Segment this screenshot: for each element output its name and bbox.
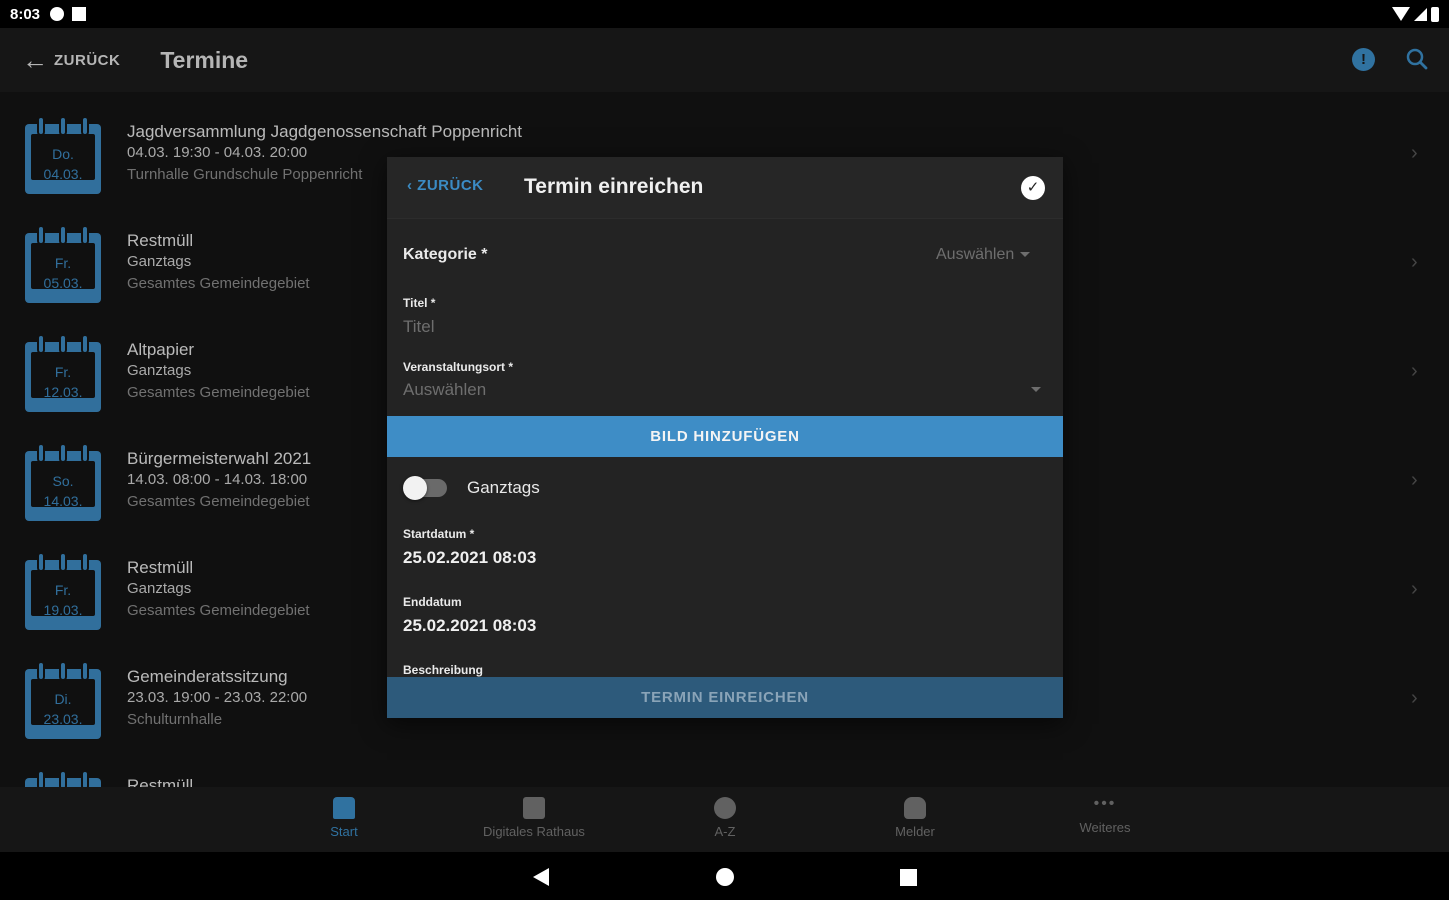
caret-down-icon — [1020, 252, 1031, 258]
startdatum-label: Startdatum * — [403, 527, 475, 541]
startdatum-field[interactable]: 25.02.2021 08:03 — [403, 548, 536, 568]
beschreibung-label: Beschreibung — [403, 663, 484, 677]
status-time: 8:03 — [10, 5, 41, 23]
system-back-icon[interactable] — [533, 868, 549, 886]
sd-card-icon — [72, 7, 87, 21]
status-bar: 8:03 — [0, 0, 1449, 28]
battery-icon — [1431, 6, 1439, 22]
titel-label: Titel * — [403, 296, 436, 310]
ort-label: Veranstaltungsort * — [403, 360, 514, 374]
termin-einreichen-button[interactable]: TERMIN EINREICHEN — [387, 677, 1063, 718]
ganztags-toggle[interactable] — [403, 476, 447, 500]
kategorie-select[interactable]: Auswählen — [936, 246, 1031, 264]
dialog-back-label: ZURÜCK — [417, 177, 484, 194]
kategorie-value: Auswählen — [936, 246, 1015, 263]
titel-input[interactable]: Titel — [403, 317, 435, 337]
wifi-icon — [1392, 7, 1410, 21]
dialog-title: Termin einreichen — [524, 175, 704, 198]
system-home-icon[interactable] — [716, 868, 734, 886]
ganztags-label: Ganztags — [467, 478, 540, 497]
dialog-back-button[interactable]: ‹ ZURÜCK — [407, 177, 484, 194]
caret-down-icon[interactable] — [1031, 387, 1041, 392]
system-nav-bar — [0, 852, 1449, 900]
bild-hinzufuegen-button[interactable]: BILD HINZUFÜGEN — [387, 416, 1063, 457]
kategorie-label: Kategorie * — [403, 246, 488, 263]
signal-icon — [1414, 7, 1427, 21]
termin-einreichen-dialog: ‹ ZURÜCK Termin einreichen ✓ Kategorie *… — [387, 157, 1063, 718]
check-icon[interactable]: ✓ — [1021, 176, 1045, 200]
system-recents-icon[interactable] — [900, 869, 917, 886]
enddatum-field[interactable]: 25.02.2021 08:03 — [403, 616, 536, 636]
ort-select[interactable]: Auswählen — [403, 380, 486, 400]
dialog-header: ‹ ZURÜCK Termin einreichen ✓ — [387, 157, 1063, 219]
enddatum-label: Enddatum — [403, 595, 462, 609]
notification-icon — [50, 7, 65, 21]
